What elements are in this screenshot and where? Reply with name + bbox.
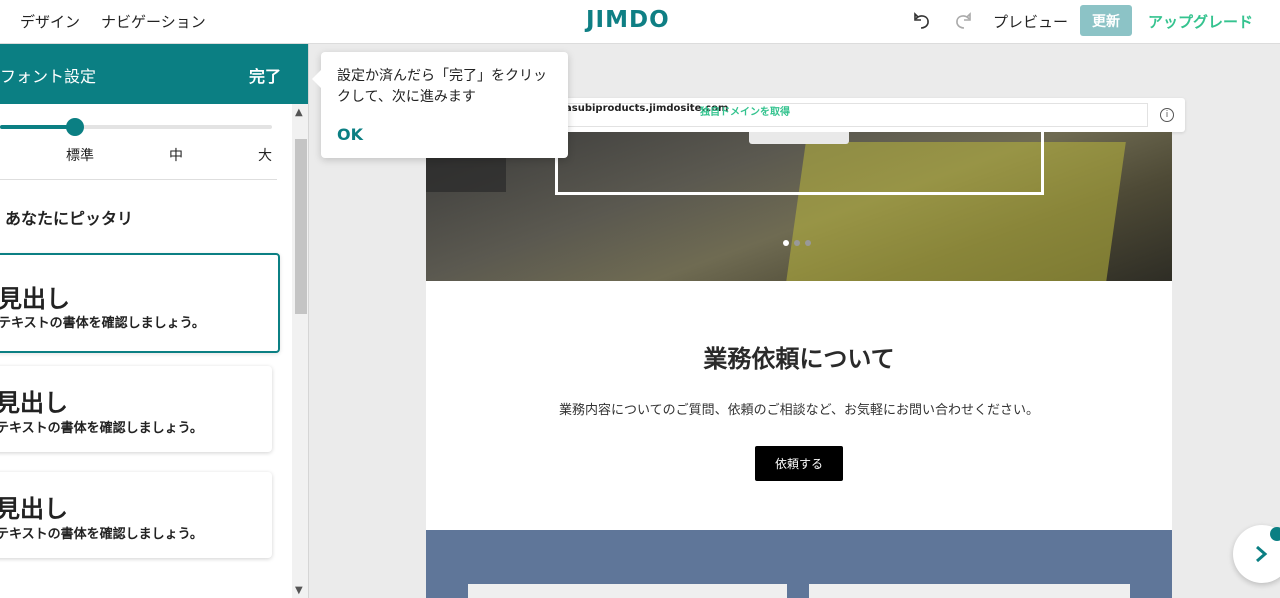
hero-button[interactable] — [749, 132, 849, 144]
font-settings-panel: フォント設定 完了 標準 中 大 あなたにピッタリ 見出し テキストの書体を確認… — [0, 44, 309, 598]
tooltip-text: 設定か済んだら「完了」をクリックして、次に進みます — [337, 68, 547, 105]
chevron-down-icon[interactable]: ▼ — [295, 585, 303, 596]
design-menu[interactable]: デザイン — [20, 11, 80, 32]
update-button[interactable]: 更新 — [1080, 5, 1132, 36]
top-bar: デザイン ナビゲーション JIMDO プレビュー 更新 アップグレード — [0, 0, 1280, 44]
card-body: テキストの書体を確認しましょう。 — [0, 527, 203, 542]
carousel-dot[interactable] — [783, 240, 789, 246]
card-heading: 見出し — [0, 284, 70, 313]
chevron-up-icon[interactable]: ▲ — [295, 107, 303, 118]
card-body: テキストの書体を確認しましょう。 — [0, 316, 205, 331]
site-preview: 業務依頼について 業務内容についてのご質問、依頼のご相談など、お気軽にお問い合わ… — [426, 132, 1172, 598]
slider-fill — [0, 125, 75, 129]
font-size-slider[interactable] — [0, 125, 272, 129]
about-title: 業務依頼について — [703, 345, 895, 373]
size-option-standard[interactable]: 標準 — [66, 145, 94, 165]
jimdo-logo: JIMDO — [586, 7, 670, 33]
about-text: 業務内容についてのご質問、依頼のご相談など、お気軽にお問い合わせください。 — [559, 403, 1039, 418]
hero-photo-laptop — [426, 152, 506, 192]
navigation-menu[interactable]: ナビゲーション — [101, 11, 206, 32]
section-title: あなたにピッタリ — [5, 209, 134, 228]
size-option-medium[interactable]: 中 — [169, 145, 183, 165]
section-band — [426, 530, 1172, 598]
tooltip-ok-button[interactable]: OK — [337, 125, 363, 144]
carousel-dot[interactable] — [794, 240, 800, 246]
undo-icon[interactable] — [912, 9, 934, 31]
get-domain-link[interactable]: 独自ドメインを取得 — [700, 103, 790, 118]
card-body: テキストの書体を確認しましょう。 — [0, 421, 203, 436]
carousel-dot[interactable] — [805, 240, 811, 246]
font-card[interactable]: 見出し テキストの書体を確認しましょう。 — [0, 472, 272, 558]
scrollbar-thumb[interactable] — [295, 139, 307, 314]
slider-handle[interactable] — [66, 118, 84, 136]
font-card[interactable]: 見出し テキストの書体を確認しましょう。 — [0, 253, 280, 353]
image-thumbnail — [809, 584, 1130, 598]
size-option-large[interactable]: 大 — [258, 145, 272, 165]
preview-button[interactable]: プレビュー — [993, 11, 1068, 32]
done-button[interactable]: 完了 — [249, 63, 281, 87]
request-button[interactable]: 依頼する — [755, 446, 843, 481]
chevron-right-icon — [1256, 545, 1268, 563]
image-thumbnail — [468, 584, 787, 598]
panel-title: フォント設定 — [0, 67, 97, 86]
carousel-dots — [783, 231, 816, 250]
upgrade-button[interactable]: アップグレード — [1148, 11, 1253, 32]
divider — [0, 179, 277, 180]
onboarding-tooltip: 設定か済んだら「完了」をクリックして、次に進みます OK — [312, 52, 568, 158]
info-icon[interactable]: i — [1160, 108, 1174, 122]
redo-icon[interactable] — [951, 9, 973, 31]
notification-badge — [1270, 527, 1280, 541]
font-card[interactable]: 見出し テキストの書体を確認しましょう。 — [0, 366, 272, 452]
card-heading: 見出し — [0, 494, 68, 523]
panel-header: フォント設定 完了 — [0, 44, 308, 104]
card-heading: 見出し — [0, 388, 68, 417]
